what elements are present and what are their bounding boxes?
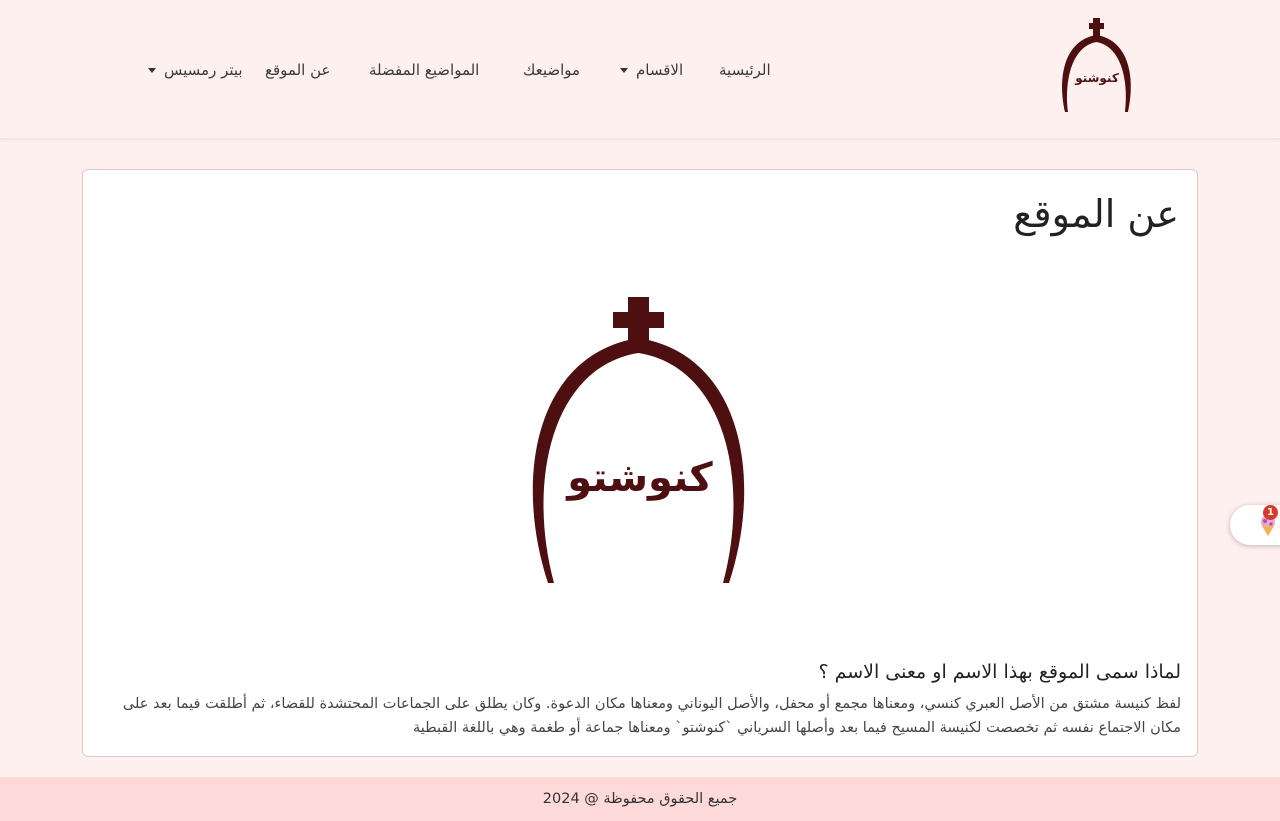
nav-user-label: بيتر رمسيس (164, 61, 243, 79)
church-cross-logo-image: كنوشتو (532, 297, 745, 583)
section-body: لفظ كنيسة مشتق من الأصل العبري كنسي، ومع… (122, 696, 1181, 736)
main-logo-text: كنوشتو (565, 455, 713, 501)
nav-about-link[interactable]: عن الموقع (265, 58, 330, 82)
side-widget-button[interactable]: 1 (1230, 505, 1280, 545)
church-cross-logo-icon[interactable]: كنوشتو (1057, 16, 1137, 116)
nav-topics-link[interactable]: مواضيعك (523, 58, 580, 82)
footer: جميع الحقوق محفوظة @ 2024 (0, 777, 1280, 821)
nav-sections-label: الاقسام (636, 61, 684, 79)
nav-sections-dropdown[interactable]: الاقسام (620, 58, 683, 82)
page-title: عن الموقع (1013, 192, 1179, 236)
nav-home-link[interactable]: الرئيسية (719, 58, 771, 82)
chevron-down-icon (148, 68, 156, 73)
nav-favorites-link[interactable]: المواضيع المفضلة (369, 58, 479, 82)
top-navbar: كنوشتو الرئيسية الاقسام مواضيعك المواضيع… (0, 0, 1280, 139)
brand-logo-text: كنوشتو (1074, 71, 1119, 86)
section-heading: لماذا سمى الموقع بهذا الاسم او معنى الاس… (818, 661, 1181, 683)
notification-badge: 1 (1263, 505, 1278, 520)
nav-user-dropdown[interactable]: بيتر رمسيس (148, 58, 243, 82)
about-card: عن الموقع كنوشتو لماذا سمى الموقع بهذا ا… (82, 169, 1198, 757)
chevron-down-icon (620, 68, 628, 73)
footer-copyright: جميع الحقوق محفوظة @ 2024 (542, 791, 738, 807)
